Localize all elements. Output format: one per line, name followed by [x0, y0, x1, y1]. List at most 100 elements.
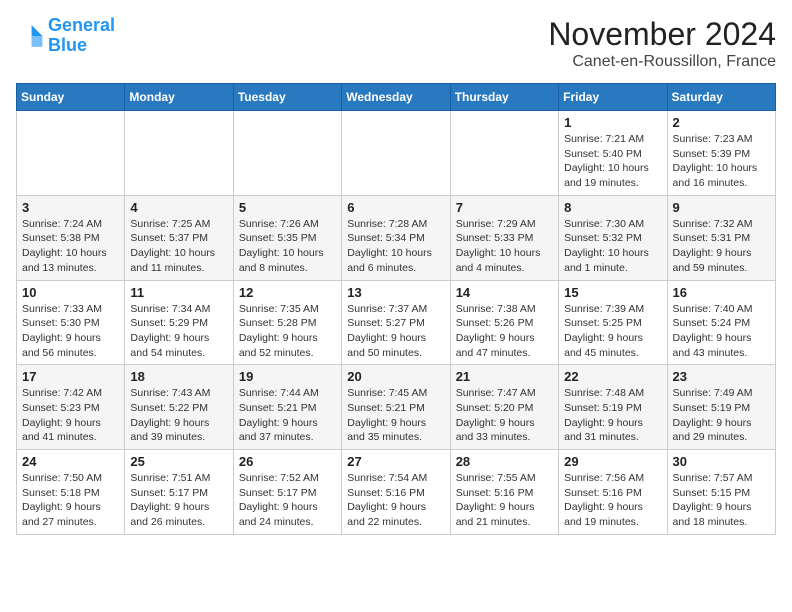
- day-info: Sunrise: 7:57 AM Sunset: 5:15 PM Dayligh…: [673, 471, 770, 530]
- calendar-cell: 13 Sunrise: 7:37 AM Sunset: 5:27 PM Dayli…: [342, 280, 450, 365]
- calendar-week-1: 1 Sunrise: 7:21 AM Sunset: 5:40 PM Daylig…: [17, 111, 776, 196]
- day-info: Sunrise: 7:28 AM Sunset: 5:34 PM Dayligh…: [347, 217, 444, 276]
- calendar-cell: 28Sunrise: 7:55 AM Sunset: 5:16 PM Dayli…: [450, 450, 558, 535]
- calendar-cell: 8Sunrise: 7:30 AM Sunset: 5:32 PM Daylig…: [559, 195, 667, 280]
- day-number: 18: [130, 369, 227, 384]
- calendar-cell: 12 Sunrise: 7:35 AM Sunset: 5:28 PM Dayli…: [233, 280, 341, 365]
- calendar-cell: 5Sunrise: 7:26 AM Sunset: 5:35 PM Daylig…: [233, 195, 341, 280]
- calendar-cell: 27 Sunrise: 7:54 AM Sunset: 5:16 PM Dayli…: [342, 450, 450, 535]
- day-info: Sunrise: 7:33 AM Sunset: 5:30 PM Dayligh…: [22, 302, 119, 361]
- calendar-cell: [342, 111, 450, 196]
- day-number: 1: [564, 115, 661, 130]
- calendar-cell: 10 Sunrise: 7:33 AM Sunset: 5:30 PM Dayli…: [17, 280, 125, 365]
- calendar-cell: [450, 111, 558, 196]
- day-number: 27: [347, 454, 444, 469]
- location-title: Canet-en-Roussillon, France: [548, 53, 776, 71]
- logo-icon: [16, 22, 44, 50]
- calendar-cell: 3 Sunrise: 7:24 AM Sunset: 5:38 PM Daylig…: [17, 195, 125, 280]
- day-number: 10: [22, 285, 119, 300]
- weekday-header-monday: Monday: [125, 84, 233, 111]
- day-number: 14: [456, 285, 553, 300]
- day-info: Sunrise: 7:56 AM Sunset: 5:16 PM Dayligh…: [564, 471, 661, 530]
- day-number: 8: [564, 200, 661, 215]
- calendar-table: SundayMondayTuesdayWednesdayThursdayFrid…: [16, 83, 776, 535]
- day-number: 19: [239, 369, 336, 384]
- day-info: Sunrise: 7:54 AM Sunset: 5:16 PM Dayligh…: [347, 471, 444, 530]
- calendar-cell: 19 Sunrise: 7:44 AM Sunset: 5:21 PM Dayli…: [233, 365, 341, 450]
- weekday-header-sunday: Sunday: [17, 84, 125, 111]
- day-number: 13: [347, 285, 444, 300]
- day-info: Sunrise: 7:39 AM Sunset: 5:25 PM Dayligh…: [564, 302, 661, 361]
- day-info: Sunrise: 7:48 AM Sunset: 5:19 PM Dayligh…: [564, 386, 661, 445]
- header: General Blue November 2024 Canet-en-Rous…: [16, 16, 776, 71]
- calendar-cell: 16Sunrise: 7:40 AM Sunset: 5:24 PM Dayli…: [667, 280, 775, 365]
- day-number: 25: [130, 454, 227, 469]
- calendar-cell: 23 Sunrise: 7:49 AM Sunset: 5:19 PM Dayli…: [667, 365, 775, 450]
- calendar-week-4: 17Sunrise: 7:42 AM Sunset: 5:23 PM Dayli…: [17, 365, 776, 450]
- calendar-week-3: 10 Sunrise: 7:33 AM Sunset: 5:30 PM Dayli…: [17, 280, 776, 365]
- day-number: 30: [673, 454, 770, 469]
- calendar-cell: 20Sunrise: 7:45 AM Sunset: 5:21 PM Dayli…: [342, 365, 450, 450]
- calendar-cell: 30 Sunrise: 7:57 AM Sunset: 5:15 PM Dayli…: [667, 450, 775, 535]
- day-number: 24: [22, 454, 119, 469]
- day-info: Sunrise: 7:38 AM Sunset: 5:26 PM Dayligh…: [456, 302, 553, 361]
- day-info: Sunrise: 7:32 AM Sunset: 5:31 PM Dayligh…: [673, 217, 770, 276]
- month-title: November 2024: [548, 16, 776, 53]
- calendar-cell: 25 Sunrise: 7:51 AM Sunset: 5:17 PM Dayli…: [125, 450, 233, 535]
- day-info: Sunrise: 7:47 AM Sunset: 5:20 PM Dayligh…: [456, 386, 553, 445]
- day-number: 22: [564, 369, 661, 384]
- day-number: 12: [239, 285, 336, 300]
- calendar-cell: 1 Sunrise: 7:21 AM Sunset: 5:40 PM Daylig…: [559, 111, 667, 196]
- day-info: Sunrise: 7:55 AM Sunset: 5:16 PM Dayligh…: [456, 471, 553, 530]
- day-number: 26: [239, 454, 336, 469]
- weekday-header-tuesday: Tuesday: [233, 84, 341, 111]
- title-area: November 2024 Canet-en-Roussillon, Franc…: [548, 16, 776, 71]
- calendar-cell: 6 Sunrise: 7:28 AM Sunset: 5:34 PM Daylig…: [342, 195, 450, 280]
- day-info: Sunrise: 7:50 AM Sunset: 5:18 PM Dayligh…: [22, 471, 119, 530]
- day-info: Sunrise: 7:43 AM Sunset: 5:22 PM Dayligh…: [130, 386, 227, 445]
- day-info: Sunrise: 7:35 AM Sunset: 5:28 PM Dayligh…: [239, 302, 336, 361]
- logo: General Blue: [16, 16, 115, 56]
- day-info: Sunrise: 7:37 AM Sunset: 5:27 PM Dayligh…: [347, 302, 444, 361]
- calendar-week-2: 3 Sunrise: 7:24 AM Sunset: 5:38 PM Daylig…: [17, 195, 776, 280]
- day-info: Sunrise: 7:44 AM Sunset: 5:21 PM Dayligh…: [239, 386, 336, 445]
- calendar-cell: 15 Sunrise: 7:39 AM Sunset: 5:25 PM Dayli…: [559, 280, 667, 365]
- day-number: 6: [347, 200, 444, 215]
- day-info: Sunrise: 7:21 AM Sunset: 5:40 PM Dayligh…: [564, 132, 661, 191]
- calendar-cell: 17Sunrise: 7:42 AM Sunset: 5:23 PM Dayli…: [17, 365, 125, 450]
- calendar-cell: [125, 111, 233, 196]
- day-number: 7: [456, 200, 553, 215]
- day-info: Sunrise: 7:23 AM Sunset: 5:39 PM Dayligh…: [673, 132, 770, 191]
- day-number: 16: [673, 285, 770, 300]
- day-number: 17: [22, 369, 119, 384]
- calendar-cell: 22 Sunrise: 7:48 AM Sunset: 5:19 PM Dayli…: [559, 365, 667, 450]
- day-number: 23: [673, 369, 770, 384]
- day-number: 11: [130, 285, 227, 300]
- weekday-header-wednesday: Wednesday: [342, 84, 450, 111]
- calendar-cell: [17, 111, 125, 196]
- calendar-cell: 29 Sunrise: 7:56 AM Sunset: 5:16 PM Dayli…: [559, 450, 667, 535]
- day-info: Sunrise: 7:29 AM Sunset: 5:33 PM Dayligh…: [456, 217, 553, 276]
- calendar-cell: 11Sunrise: 7:34 AM Sunset: 5:29 PM Dayli…: [125, 280, 233, 365]
- day-number: 29: [564, 454, 661, 469]
- day-info: Sunrise: 7:51 AM Sunset: 5:17 PM Dayligh…: [130, 471, 227, 530]
- weekday-header-saturday: Saturday: [667, 84, 775, 111]
- calendar-cell: 26Sunrise: 7:52 AM Sunset: 5:17 PM Dayli…: [233, 450, 341, 535]
- calendar-cell: 14 Sunrise: 7:38 AM Sunset: 5:26 PM Dayli…: [450, 280, 558, 365]
- calendar-header: SundayMondayTuesdayWednesdayThursdayFrid…: [17, 84, 776, 111]
- calendar-week-5: 24 Sunrise: 7:50 AM Sunset: 5:18 PM Dayli…: [17, 450, 776, 535]
- day-info: Sunrise: 7:24 AM Sunset: 5:38 PM Dayligh…: [22, 217, 119, 276]
- calendar-cell: 9 Sunrise: 7:32 AM Sunset: 5:31 PM Daylig…: [667, 195, 775, 280]
- weekday-header-row: SundayMondayTuesdayWednesdayThursdayFrid…: [17, 84, 776, 111]
- calendar-cell: 24 Sunrise: 7:50 AM Sunset: 5:18 PM Dayli…: [17, 450, 125, 535]
- calendar-cell: [233, 111, 341, 196]
- calendar-cell: 4Sunrise: 7:25 AM Sunset: 5:37 PM Daylig…: [125, 195, 233, 280]
- day-number: 15: [564, 285, 661, 300]
- day-info: Sunrise: 7:49 AM Sunset: 5:19 PM Dayligh…: [673, 386, 770, 445]
- day-info: Sunrise: 7:45 AM Sunset: 5:21 PM Dayligh…: [347, 386, 444, 445]
- day-number: 9: [673, 200, 770, 215]
- calendar-cell: 2 Sunrise: 7:23 AM Sunset: 5:39 PM Daylig…: [667, 111, 775, 196]
- day-number: 2: [673, 115, 770, 130]
- day-number: 3: [22, 200, 119, 215]
- weekday-header-friday: Friday: [559, 84, 667, 111]
